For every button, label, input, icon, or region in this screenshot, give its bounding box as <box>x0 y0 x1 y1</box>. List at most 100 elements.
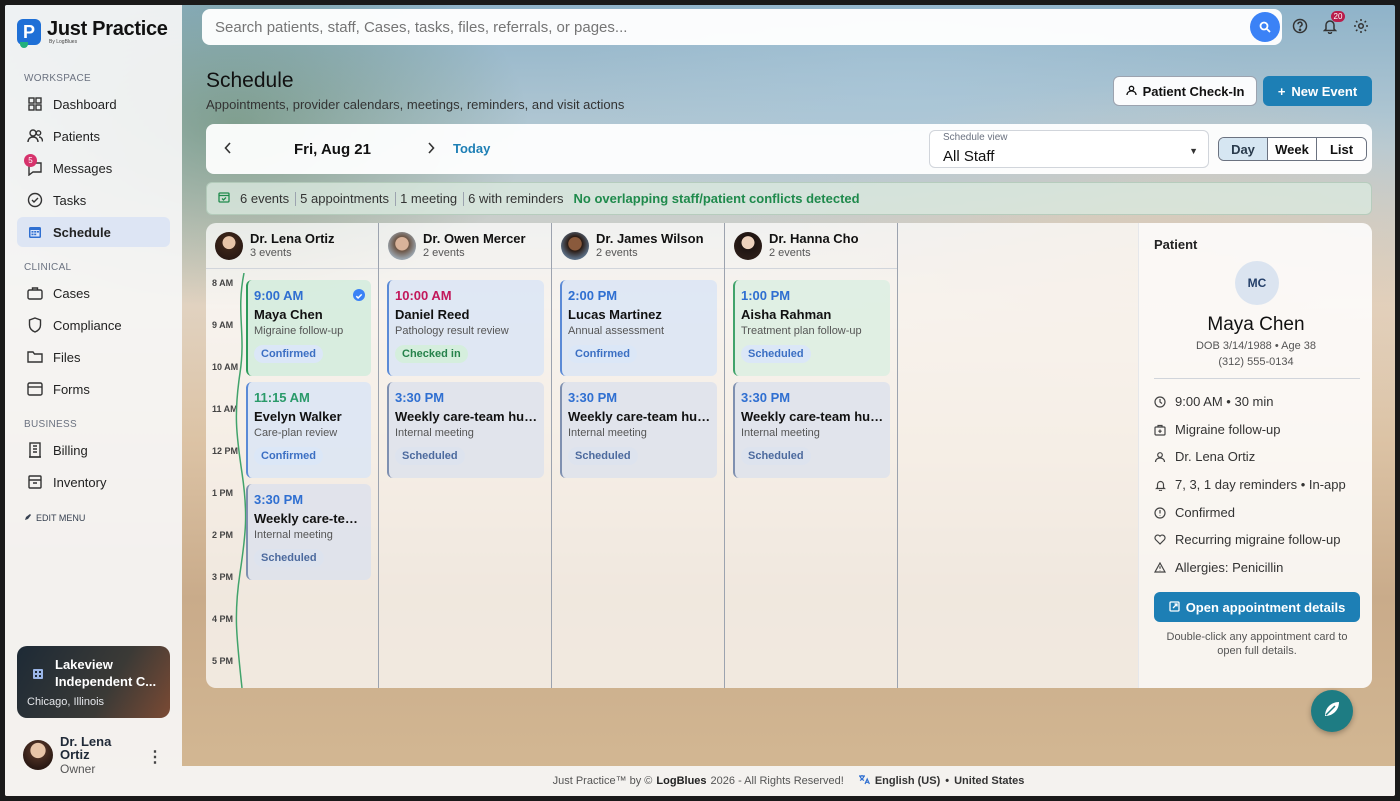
page-title: Schedule <box>206 69 294 92</box>
building-icon <box>27 442 43 458</box>
detail-text: Confirmed <box>1175 505 1235 520</box>
bell-icon[interactable]: 20 <box>1321 11 1345 35</box>
search-input[interactable] <box>215 18 1215 36</box>
edit-menu-link[interactable]: EDIT MENU <box>24 513 85 523</box>
provider-event-count: 3 events <box>250 247 292 259</box>
status-badge: Scheduled <box>254 549 324 567</box>
appointment-card[interactable]: 2:00 PM Lucas Martinez Annual assessment… <box>560 280 717 376</box>
sidebar-item-label: Inventory <box>53 474 107 490</box>
current-date: Fri, Aug 21 <box>294 141 371 158</box>
region-label: United States <box>954 775 1025 787</box>
medkit-icon <box>1154 424 1166 436</box>
new-event-label: New Event <box>1291 83 1358 99</box>
help-icon[interactable] <box>1291 17 1309 35</box>
section-clinical: CLINICAL <box>24 262 72 273</box>
meeting-card[interactable]: 3:30 PM Weekly care-team huddle Internal… <box>387 382 544 478</box>
provider-header[interactable]: Dr. Owen Mercer 2 events <box>379 223 551 269</box>
hour-label: 9 AM <box>212 320 234 330</box>
sidebar-item-dashboard[interactable]: Dashboard <box>17 89 170 119</box>
schedule-toolbar: Fri, Aug 21 Today Schedule view All Staf… <box>206 124 1372 174</box>
appointment-card[interactable]: 9:00 AM Maya Chen Migraine follow-up Con… <box>246 280 371 376</box>
sidebar-item-forms[interactable]: Forms <box>17 374 170 404</box>
search-icon[interactable] <box>1250 12 1280 42</box>
summary-divider <box>295 191 297 206</box>
notifications-badge: 20 <box>1331 11 1345 22</box>
list-view-button[interactable]: List <box>1317 138 1366 160</box>
form-icon <box>27 381 43 397</box>
sidebar-item-messages[interactable]: 5 Messages <box>17 153 170 183</box>
provider-header[interactable]: Dr. Hanna Cho 2 events <box>725 223 897 269</box>
patient-check-in-label: Patient Check-In <box>1142 83 1245 99</box>
sidebar-item-label: Cases <box>53 285 90 301</box>
new-event-button[interactable]: + New Event <box>1263 76 1372 106</box>
patient-initials-avatar: MC <box>1235 261 1279 305</box>
sidebar-item-patients[interactable]: Patients <box>17 121 170 151</box>
provider-column: Dr. Owen Mercer 2 events 10:00 AM Daniel… <box>379 223 552 688</box>
sidebar-item-tasks[interactable]: Tasks <box>17 185 170 215</box>
meeting-card[interactable]: 3:30 PM Weekly care-team huddle Internal… <box>246 484 371 580</box>
plus-icon: + <box>1277 83 1286 99</box>
warning-icon <box>1154 562 1166 574</box>
sidebar-item-billing[interactable]: Billing <box>17 435 170 465</box>
patient-check-in-button[interactable]: Patient Check-In <box>1113 76 1257 106</box>
section-workspace: WORKSPACE <box>24 73 91 84</box>
sidebar-item-inventory[interactable]: Inventory <box>17 467 170 497</box>
sidebar-item-schedule[interactable]: Schedule <box>17 217 170 247</box>
provider-name: Dr. James Wilson <box>596 231 704 246</box>
detail-text: 7, 3, 1 day reminders • In-app <box>1175 477 1346 492</box>
assistant-button[interactable] <box>1311 690 1353 732</box>
chevron-left-icon[interactable] <box>220 140 236 156</box>
provider-header[interactable]: Dr. James Wilson 2 events <box>552 223 724 269</box>
hour-label: 3 PM <box>212 572 234 582</box>
detail-status: Confirmed <box>1154 505 1235 520</box>
status-badge: Checked in <box>395 345 468 363</box>
building-icon <box>31 666 45 680</box>
user-card[interactable]: Dr. Lena Ortiz Owner ⋮ <box>19 735 169 781</box>
briefcase-icon <box>27 285 43 301</box>
app-logo[interactable]: P Just Practice By LogBlues <box>17 18 168 48</box>
app-byline: By LogBlues <box>49 39 78 45</box>
provider-header[interactable]: Dr. Lena Ortiz 3 events <box>206 223 378 269</box>
week-view-button[interactable]: Week <box>1268 138 1317 160</box>
more-vertical-icon[interactable]: ⋮ <box>147 747 163 767</box>
detail-text: Recurring migraine follow-up <box>1175 532 1341 547</box>
appointment-card[interactable]: 11:15 AM Evelyn Walker Care-plan review … <box>246 382 371 478</box>
provider-column: Dr. Lena Ortiz 3 events 8 AM 9 AM 10 AM … <box>206 223 379 688</box>
sidebar-item-label: Compliance <box>53 317 122 333</box>
patient-phone: (312) 555-0134 <box>1218 356 1294 368</box>
language-selector[interactable]: English (US) • United States <box>858 774 1025 788</box>
gear-icon[interactable] <box>1352 17 1370 35</box>
calendar-check-icon <box>218 191 230 206</box>
practice-name-line1: Lakeview <box>55 657 113 672</box>
appointment-type: Migraine follow-up <box>254 325 344 337</box>
meeting-card[interactable]: 3:30 PM Weekly care-team huddle Internal… <box>560 382 717 478</box>
sidebar-item-label: Tasks <box>53 192 87 208</box>
app-name: Just Practice <box>47 18 168 40</box>
sidebar-item-label: Forms <box>53 381 90 397</box>
meeting-card[interactable]: 3:30 PM Weekly care-team huddle Internal… <box>733 382 890 478</box>
summary-divider <box>395 191 397 206</box>
status-badge: Scheduled <box>568 447 638 465</box>
user-role: Owner <box>60 762 96 776</box>
day-view-button[interactable]: Day <box>1219 138 1268 160</box>
appointment-card[interactable]: 1:00 PM Aisha Rahman Treatment plan foll… <box>733 280 890 376</box>
detail-time: 9:00 AM • 30 min <box>1154 394 1274 409</box>
hour-label: 2 PM <box>212 530 234 540</box>
footer: Just Practice™ by © LogBlues 2026 - All … <box>182 766 1395 796</box>
open-appointment-details-button[interactable]: Open appointment details <box>1154 592 1360 622</box>
caret-down-icon: ▼ <box>1189 146 1198 156</box>
chevron-right-icon[interactable] <box>423 140 439 156</box>
meeting-title: Weekly care-team huddle <box>741 409 890 424</box>
appointment-card[interactable]: 10:00 AM Daniel Reed Pathology result re… <box>387 280 544 376</box>
appointment-title: Daniel Reed <box>395 307 470 322</box>
schedule-view-select[interactable]: Schedule view All Staff ▼ <box>929 130 1209 168</box>
provider-name: Dr. Hanna Cho <box>769 231 859 246</box>
sidebar-item-cases[interactable]: Cases <box>17 278 170 308</box>
practice-card[interactable]: Lakeview Independent C... Chicago, Illin… <box>17 646 170 718</box>
shield-icon <box>27 317 43 333</box>
sidebar-item-compliance[interactable]: Compliance <box>17 310 170 340</box>
sidebar-item-files[interactable]: Files <box>17 342 170 372</box>
detail-provider: Dr. Lena Ortiz <box>1154 449 1255 464</box>
hour-label: 4 PM <box>212 614 234 624</box>
today-button[interactable]: Today <box>453 141 490 156</box>
